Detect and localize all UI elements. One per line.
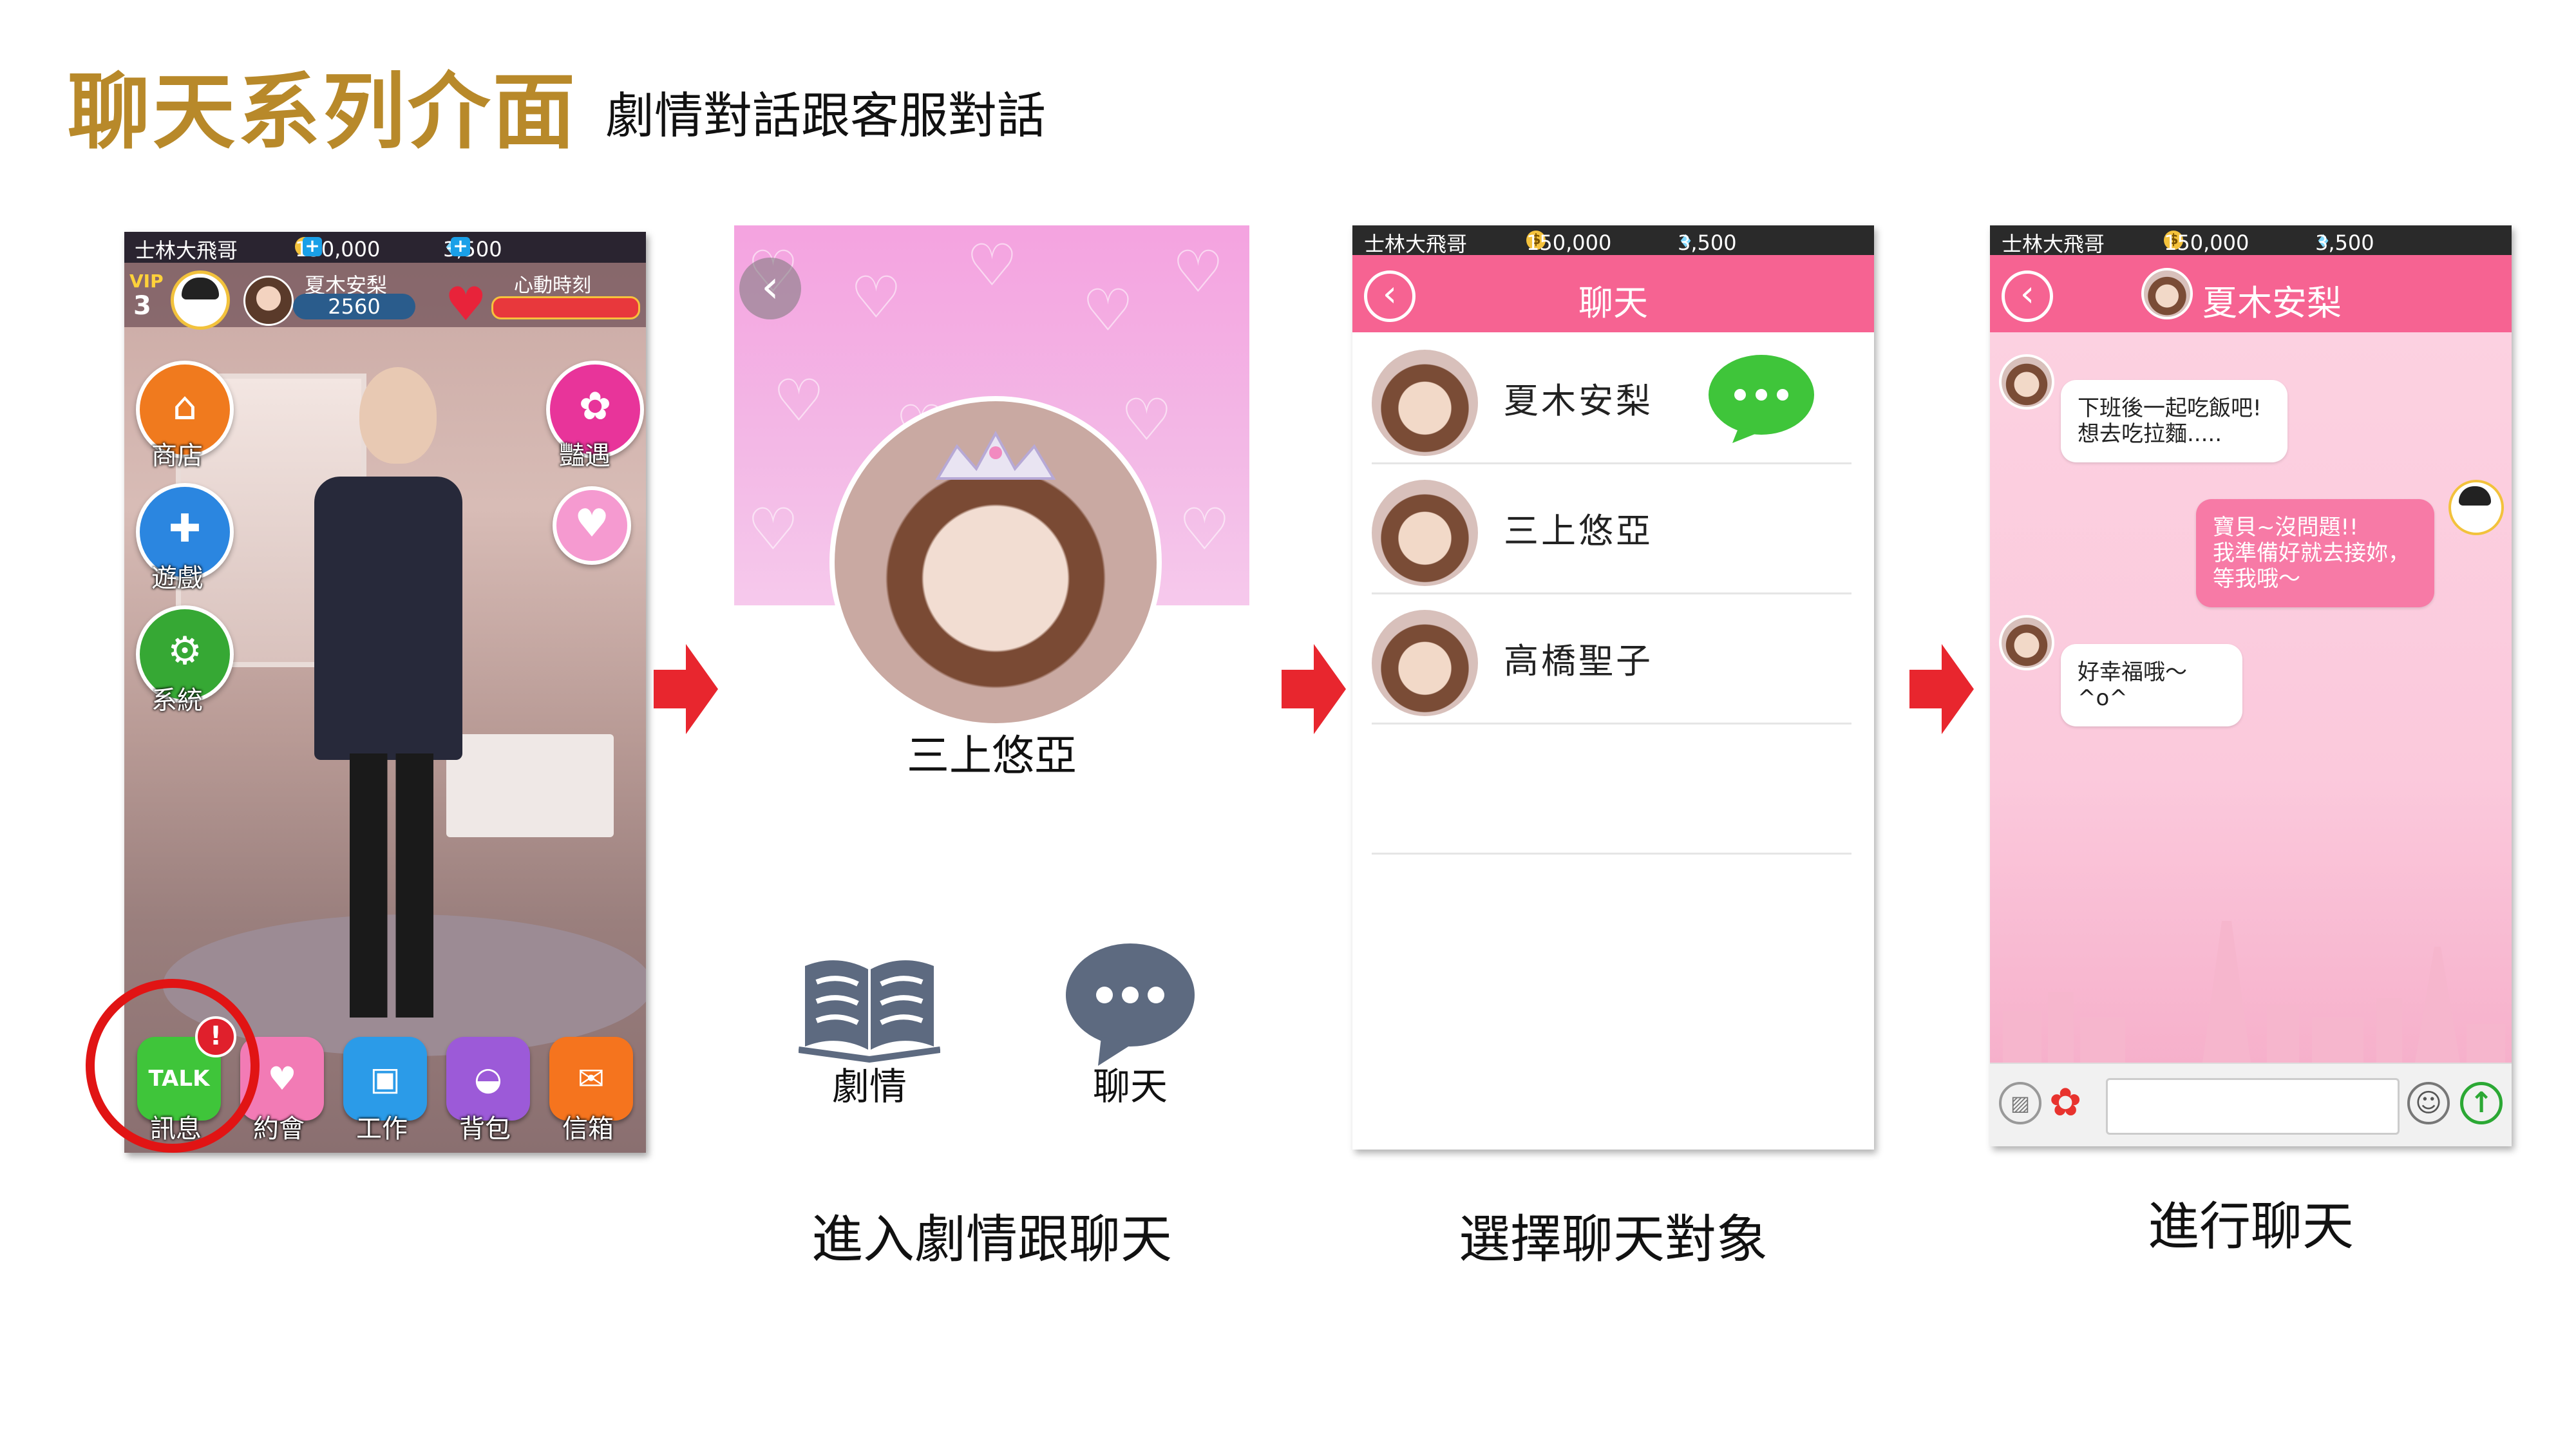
lips-icon: ✿ [578,384,612,429]
heart-icon: ♥ [445,277,487,331]
chat-label: 聊天 [1092,1065,1168,1108]
caption-chatting: 進行聊天 [2148,1197,2354,1256]
add-gems-button[interactable]: + [451,237,470,256]
send-button[interactable]: ↑ [2460,1082,2503,1124]
message-bubble: 下班後一起吃飯吧! 想去吃拉麵..... [2061,380,2287,462]
player-name: 士林大飛哥 [135,238,238,263]
contact-row[interactable]: 三上悠亞 [1372,464,1852,594]
briefcase-icon: ▣ [370,1060,401,1097]
dock-label-bag: 背包 [459,1114,511,1144]
player-name: 士林大飛哥 [1364,232,1468,256]
heroine-avatar[interactable] [243,276,294,326]
chat-button[interactable] [1063,940,1198,1069]
dock-label-work: 工作 [356,1114,408,1144]
contact-row[interactable]: 夏木安梨 [1372,334,1852,464]
contact-avatar [1999,354,2054,410]
dock-label-date: 約會 [253,1114,305,1144]
gamepad-icon: ✚ [168,506,202,551]
conversation-screen: 士林大飛哥 $150,000 ♦ 3,500 ‹ 夏木安梨 下班後一起吃飯吧! 想… [1990,225,2512,1146]
status-bar: 士林大飛哥 $150,000+ ♦3,500+ [124,232,646,263]
player-avatar [2448,480,2504,535]
empty-row [1372,724,1852,855]
contact-row[interactable]: 高橋聖子 [1372,594,1852,724]
arrow-right-icon [1282,644,1346,734]
profile-name: 三上悠亞 [907,731,1077,781]
screen-title: 聊天 [1578,283,1648,323]
message-input-bar: ▨ ✿ ☺ ↑ [1990,1063,2512,1146]
message-bubble-self: 寶貝~沒問題!! 我準備好就去接妳， 等我哦～ [2196,499,2434,607]
contact-name: 三上悠亞 [1504,511,1653,551]
heroine-figure[interactable] [289,361,482,1018]
player-name: 士林大飛哥 [2002,232,2105,256]
back-button[interactable]: ‹ [739,258,801,319]
contact-avatar [1372,480,1478,586]
city-skyline [2003,921,2505,1063]
envelope-icon: ✉ [578,1060,605,1097]
encounter-label: 豔遇 [559,441,611,471]
arrow-up-icon: ↑ [2469,1086,2494,1119]
status-bar: 士林大飛哥 $150,000 ♦ 3,500 [1990,225,2512,256]
contact-avatar [2141,268,2193,319]
book-icon [799,960,940,1063]
message-bubble: 好幸福哦～^o^ [2061,644,2242,726]
conversation-title: 夏木安梨 [2202,283,2342,323]
chevron-left-icon: ‹ [2020,273,2035,315]
vip-level: 3 [133,291,151,321]
contact-avatar [1372,350,1478,456]
contact-name: 高橋聖子 [1504,641,1653,681]
heart-icon: ♥ [267,1060,297,1097]
tiara-icon [935,430,1056,480]
love-meter-bar [491,296,640,319]
message-input[interactable] [2106,1078,2400,1135]
highlight-circle [86,979,260,1153]
contact-name: 夏木安梨 [1504,381,1653,421]
image-icon[interactable]: ▨ [1999,1082,2041,1124]
back-button[interactable]: ‹ [2002,270,2053,322]
system-label: 系統 [151,686,203,715]
handbag-icon: ◒ [474,1060,502,1097]
player-avatar[interactable] [171,270,230,330]
chevron-left-icon: ‹ [761,260,779,313]
contact-avatar [1372,610,1478,716]
new-message-icon[interactable] [1707,353,1816,443]
chat-list-screen: 士林大飛哥 $150,000 ♦ 3,500 ‹ 聊天 夏木安梨 三上悠亞 高橋聖… [1352,225,1874,1150]
caption-select-contact: 選擇聊天對象 [1459,1209,1768,1269]
heroine-score: 2560 [293,294,415,319]
dock-label-mailbox: 信箱 [562,1114,614,1144]
heart-bulb-button[interactable]: ♥ [553,486,631,565]
arrow-right-icon [654,644,718,734]
gear-icon: ⚙ [167,629,202,674]
shop-icon: ⌂ [172,384,198,429]
caption-enter-story-chat: 進入劇情跟聊天 [811,1209,1172,1269]
games-label: 遊戲 [151,564,203,593]
emoji-icon[interactable]: ☺ [2407,1082,2450,1124]
story-label: 劇情 [831,1065,907,1108]
profile-photo [829,396,1162,728]
page-title: 聊天系列介面 [68,64,578,160]
vip-label: VIP [129,270,164,292]
flower-icon[interactable]: ✿ [2049,1078,2081,1127]
story-button[interactable] [799,953,940,1063]
page-subtitle: 劇情對話跟客服對話 [605,87,1046,144]
arrow-right-icon [1909,644,1974,734]
heart-bulb-icon: ♥ [574,501,609,546]
status-bar: 士林大飛哥 $150,000 ♦ 3,500 [1352,225,1874,256]
shop-label: 商店 [151,441,203,471]
chat-bubble-icon [1066,943,1195,1066]
love-meter-label: 心動時刻 [514,274,591,297]
contact-avatar [1999,615,2054,670]
add-coins-button[interactable]: + [303,237,322,256]
